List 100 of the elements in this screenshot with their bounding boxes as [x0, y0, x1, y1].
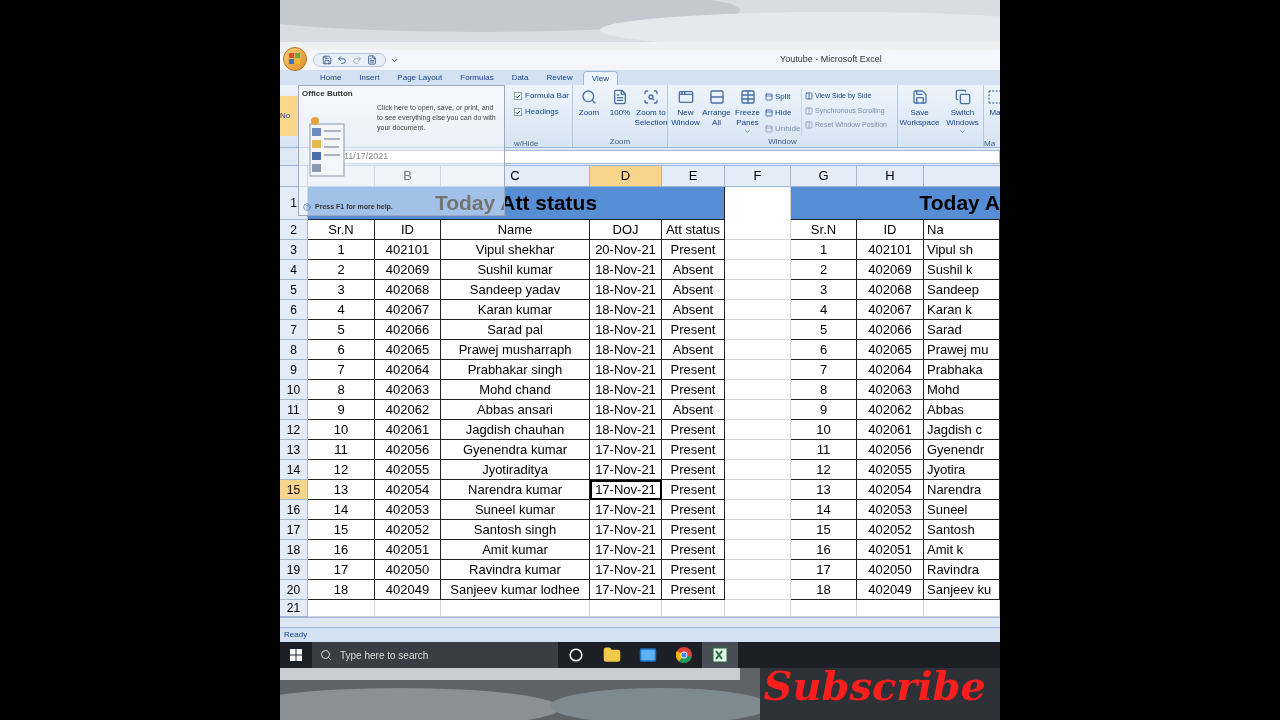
table-cell: 16 — [308, 540, 375, 560]
row-header[interactable]: 13 — [280, 440, 308, 460]
row-header[interactable]: 2 — [280, 220, 308, 240]
table-cell: 402049 — [857, 580, 924, 600]
table-cell: Sarad pal — [441, 320, 590, 340]
table-cell: 402066 — [857, 320, 924, 340]
row-header[interactable]: 10 — [280, 380, 308, 400]
window-button-icon — [954, 89, 971, 105]
row-header[interactable]: 6 — [280, 300, 308, 320]
row-header[interactable]: 20 — [280, 580, 308, 600]
table-cell: Gyenendr — [924, 440, 1000, 460]
office-button[interactable] — [283, 47, 307, 71]
window-small-button[interactable]: Split — [765, 91, 801, 103]
caret-icon — [744, 128, 751, 135]
row-header[interactable]: 16 — [280, 500, 308, 520]
table-cell: Present — [662, 240, 725, 260]
window-title: Youtube - Microsoft Excel — [780, 53, 882, 67]
row-header[interactable]: 14 — [280, 460, 308, 480]
table-cell: 402068 — [857, 280, 924, 300]
row-header[interactable]: 11 — [280, 400, 308, 420]
ribbon-tab[interactable]: Data — [503, 71, 537, 85]
row-header[interactable]: 19 — [280, 560, 308, 580]
view-button[interactable]: No — [280, 96, 298, 136]
window-button[interactable]: New Window — [670, 89, 701, 136]
table-cell: Present — [662, 480, 725, 500]
window-small-button[interactable]: Hide — [765, 107, 801, 119]
window-button-icon — [677, 89, 694, 105]
table-cell: 402067 — [857, 300, 924, 320]
empty-cell — [725, 540, 791, 560]
tooltip-title: Office Button — [302, 88, 353, 100]
column-header[interactable]: E — [662, 166, 725, 187]
table-cell: Narendra — [924, 480, 1000, 500]
row-header[interactable]: 4 — [280, 260, 308, 280]
row-header[interactable]: 15 — [280, 480, 308, 500]
column-header[interactable]: H — [857, 166, 924, 187]
row-header[interactable]: 1 — [280, 187, 308, 220]
row-header[interactable]: 3 — [280, 240, 308, 260]
mail-icon — [639, 646, 657, 664]
ribbon-tab[interactable]: Page Layout — [389, 71, 451, 85]
row-header[interactable]: 5 — [280, 280, 308, 300]
horizontal-scrollbar[interactable] — [280, 617, 1000, 628]
row-header[interactable]: 17 — [280, 520, 308, 540]
column-header[interactable]: B — [375, 166, 441, 187]
zoom-button[interactable]: Zoom — [573, 89, 605, 136]
row-header[interactable]: 18 — [280, 540, 308, 560]
row-header[interactable]: 12 — [280, 420, 308, 440]
empty-cell — [725, 320, 791, 340]
empty-cell — [725, 440, 791, 460]
ribbon-tab[interactable]: Insert — [351, 71, 388, 85]
taskbar-search-field[interactable]: Type here to search — [312, 642, 558, 668]
table-cell: 4 — [308, 300, 375, 320]
windows-logo-icon[interactable] — [290, 649, 302, 661]
column-header[interactable]: D — [590, 166, 662, 187]
window-button[interactable]: Freeze Panes — [732, 89, 763, 136]
table-cell: Vipul sh — [924, 240, 1000, 260]
table-cell: Present — [662, 560, 725, 580]
row-header[interactable]: 8 — [280, 340, 308, 360]
window-button[interactable]: Save Workspace — [898, 89, 941, 147]
table-cell: Jagdish c — [924, 420, 1000, 440]
window-button[interactable]: Switch Windows — [941, 89, 984, 147]
table-cell: Amit k — [924, 540, 1000, 560]
table-cell: 402053 — [857, 500, 924, 520]
table-cell: Jagdish chauhan — [441, 420, 590, 440]
zoom-button[interactable]: 100% — [604, 89, 636, 136]
column-header[interactable]: F — [725, 166, 791, 187]
ribbon-tab[interactable]: View — [582, 71, 618, 85]
table-cell: 402064 — [375, 360, 441, 380]
save-icon[interactable] — [322, 55, 332, 65]
checkbox-label: Headings — [525, 106, 559, 118]
table-cell: 402061 — [857, 420, 924, 440]
empty-cell — [725, 260, 791, 280]
empty-cell — [725, 380, 791, 400]
office-logo-icon — [289, 53, 301, 65]
undo-icon[interactable] — [337, 55, 347, 65]
table-cell: 18-Nov-21 — [590, 320, 662, 340]
group-label: Window — [768, 136, 797, 147]
ribbon-tab[interactable]: Review — [538, 71, 581, 85]
row-header[interactable]: 21 — [280, 600, 308, 617]
table-cell: 402055 — [857, 460, 924, 480]
search-icon — [320, 649, 332, 661]
column-header[interactable]: G — [791, 166, 857, 187]
table-cell: 402065 — [857, 340, 924, 360]
checkbox[interactable] — [514, 108, 522, 116]
table-cell: 402056 — [375, 440, 441, 460]
ribbon-tab[interactable]: Home — [312, 71, 350, 85]
table-cell: Mohd — [924, 380, 1000, 400]
zoom-button[interactable]: Zoom to Selection — [635, 89, 667, 136]
row-header[interactable]: 7 — [280, 320, 308, 340]
pane-icon — [765, 109, 773, 117]
table-cell: Sushil k — [924, 260, 1000, 280]
table-cell: Ravindra kumar — [441, 560, 590, 580]
row-header[interactable]: 9 — [280, 360, 308, 380]
taskbar-app-button[interactable] — [702, 642, 738, 668]
column-header[interactable]: C — [441, 166, 590, 187]
window-button[interactable]: Arrange All — [701, 89, 732, 136]
checkbox[interactable] — [514, 92, 522, 100]
macros-button[interactable]: Ma — [984, 89, 1000, 118]
ribbon-tab[interactable]: Formulas — [452, 71, 502, 85]
document-icon[interactable] — [367, 55, 377, 65]
table-cell: Sandeep yadav — [441, 280, 590, 300]
